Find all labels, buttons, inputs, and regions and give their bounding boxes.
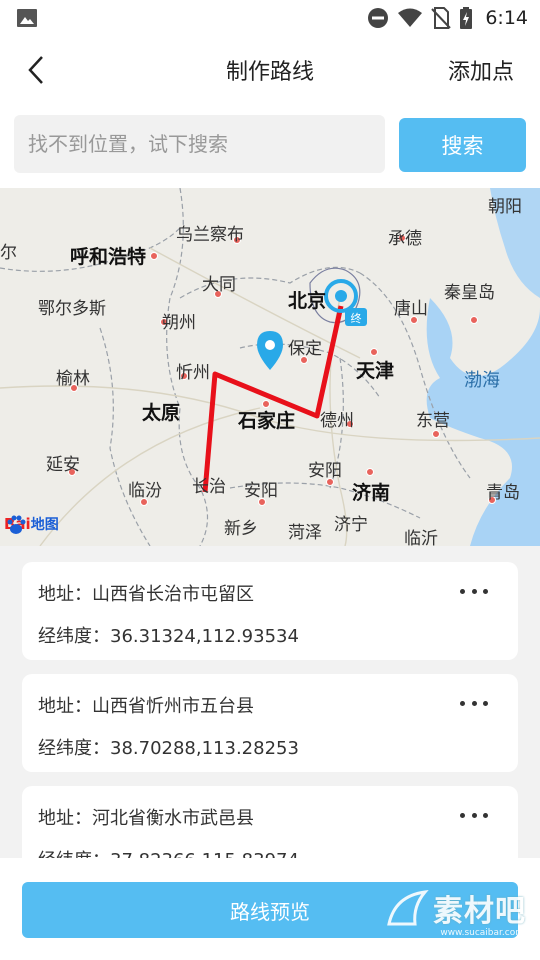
more-dot [471, 588, 477, 594]
status-bar: 6:14 [0, 0, 540, 36]
more-options-button[interactable] [460, 804, 488, 826]
watermark: 素材吧 www.sucaibar.com [385, 886, 526, 938]
baidu-paw-icon [7, 515, 26, 534]
map-city-label: 临沂 [404, 529, 438, 546]
coordinates-text: 经纬度：36.31324,112.93534 [38, 626, 299, 647]
location-pin-icon [257, 331, 283, 370]
map-city-label: 菏泽 [288, 523, 322, 543]
map-city-label: 尔 [0, 243, 17, 263]
map-city-label: 大同 [202, 275, 236, 295]
status-icons: 6:14 [367, 6, 528, 30]
city-dot [370, 348, 378, 356]
coordinates-text: 经纬度：38.70288,113.28253 [38, 738, 299, 759]
status-time: 6:14 [485, 7, 528, 29]
map-city-label: 安阳 [308, 461, 342, 481]
more-dot [460, 812, 465, 818]
map-city-label: 临汾 [128, 481, 162, 501]
city-dot [150, 252, 158, 260]
watermark-url: www.sucaibar.com [440, 928, 524, 938]
map-city-label: 太原 [142, 402, 181, 424]
map-city-label: 济宁 [334, 515, 368, 535]
map-city-label: 长治 [192, 477, 226, 497]
map-city-label: 鄂尔多斯 [38, 299, 106, 319]
map-city-label: 青岛 [486, 483, 520, 503]
map-city-label: 石家庄 [238, 410, 296, 432]
map-city-label: 呼和浩特 [70, 246, 147, 268]
route-point-card[interactable]: 地址：山西省长治市屯留区 经纬度：36.31324,112.93534 [22, 562, 518, 660]
city-dot [432, 430, 440, 438]
no-sim-icon [431, 7, 452, 29]
map-city-label: 唐山 [394, 299, 428, 319]
watermark-text: 素材吧 [433, 894, 526, 929]
gallery-icon [17, 9, 37, 27]
city-dot [366, 468, 374, 476]
map-city-label: 保定 [288, 339, 322, 359]
search-button[interactable]: 搜索 [399, 118, 526, 172]
watermark-logo-icon [387, 889, 429, 926]
map-sea-label: 渤海 [464, 370, 500, 391]
more-options-button[interactable] [460, 692, 488, 714]
more-options-button[interactable] [460, 580, 488, 602]
map-city-label: 德州 [320, 411, 354, 431]
more-dot [460, 588, 465, 594]
more-dot [471, 700, 477, 706]
wifi-icon [398, 8, 423, 27]
more-dot [460, 700, 465, 706]
search-input[interactable] [14, 115, 385, 173]
map-city-label: 承德 [388, 229, 422, 249]
more-dot [483, 700, 488, 706]
bottom-bar: 路线预览 素材吧 www.sucaibar.com [0, 858, 540, 960]
map-city-label: 朔州 [162, 313, 196, 333]
route-point-card[interactable]: 地址：山西省忻州市五台县 经纬度：38.70288,113.28253 [22, 674, 518, 772]
map-city-label: 忻州 [176, 363, 210, 383]
more-dot [483, 812, 488, 818]
map-city-label: 安阳 [244, 481, 278, 501]
map-city-label: 天津 [356, 360, 395, 382]
map-city-label: 北京 [288, 290, 327, 312]
baidu-map-logo: Bai 地图 [4, 514, 59, 534]
address-text: 地址：山西省忻州市五台县 [38, 696, 254, 717]
address-text: 地址：山西省长治市屯留区 [38, 584, 254, 605]
city-dot [470, 316, 478, 324]
more-dot [483, 588, 488, 594]
map-city-label: 榆林 [56, 369, 90, 389]
more-dot [471, 812, 477, 818]
map-city-label: 东营 [416, 411, 450, 431]
map-city-label: 乌兰察布 [176, 225, 244, 245]
add-point-button[interactable]: 添加点 [448, 54, 514, 86]
svg-text:终: 终 [351, 311, 362, 325]
map-city-label: 济南 [352, 482, 391, 504]
map-view[interactable]: 终 乌兰察布 承德 朝阳 呼和浩特 尔 鄂尔多斯 大同 北京 唐山 秦皇岛 朔州… [0, 188, 540, 546]
map-city-label: 延安 [46, 455, 80, 475]
map-city-label: 秦皇岛 [444, 283, 495, 303]
address-text: 地址：河北省衡水市武邑县 [38, 808, 254, 829]
dnd-icon [368, 8, 389, 28]
header: 制作路线 添加点 [0, 36, 540, 102]
map-city-label: 新乡 [224, 519, 258, 539]
search-bar: 搜索 [0, 102, 540, 188]
battery-charging-icon [460, 7, 473, 29]
map-city-label: 朝阳 [488, 197, 522, 217]
